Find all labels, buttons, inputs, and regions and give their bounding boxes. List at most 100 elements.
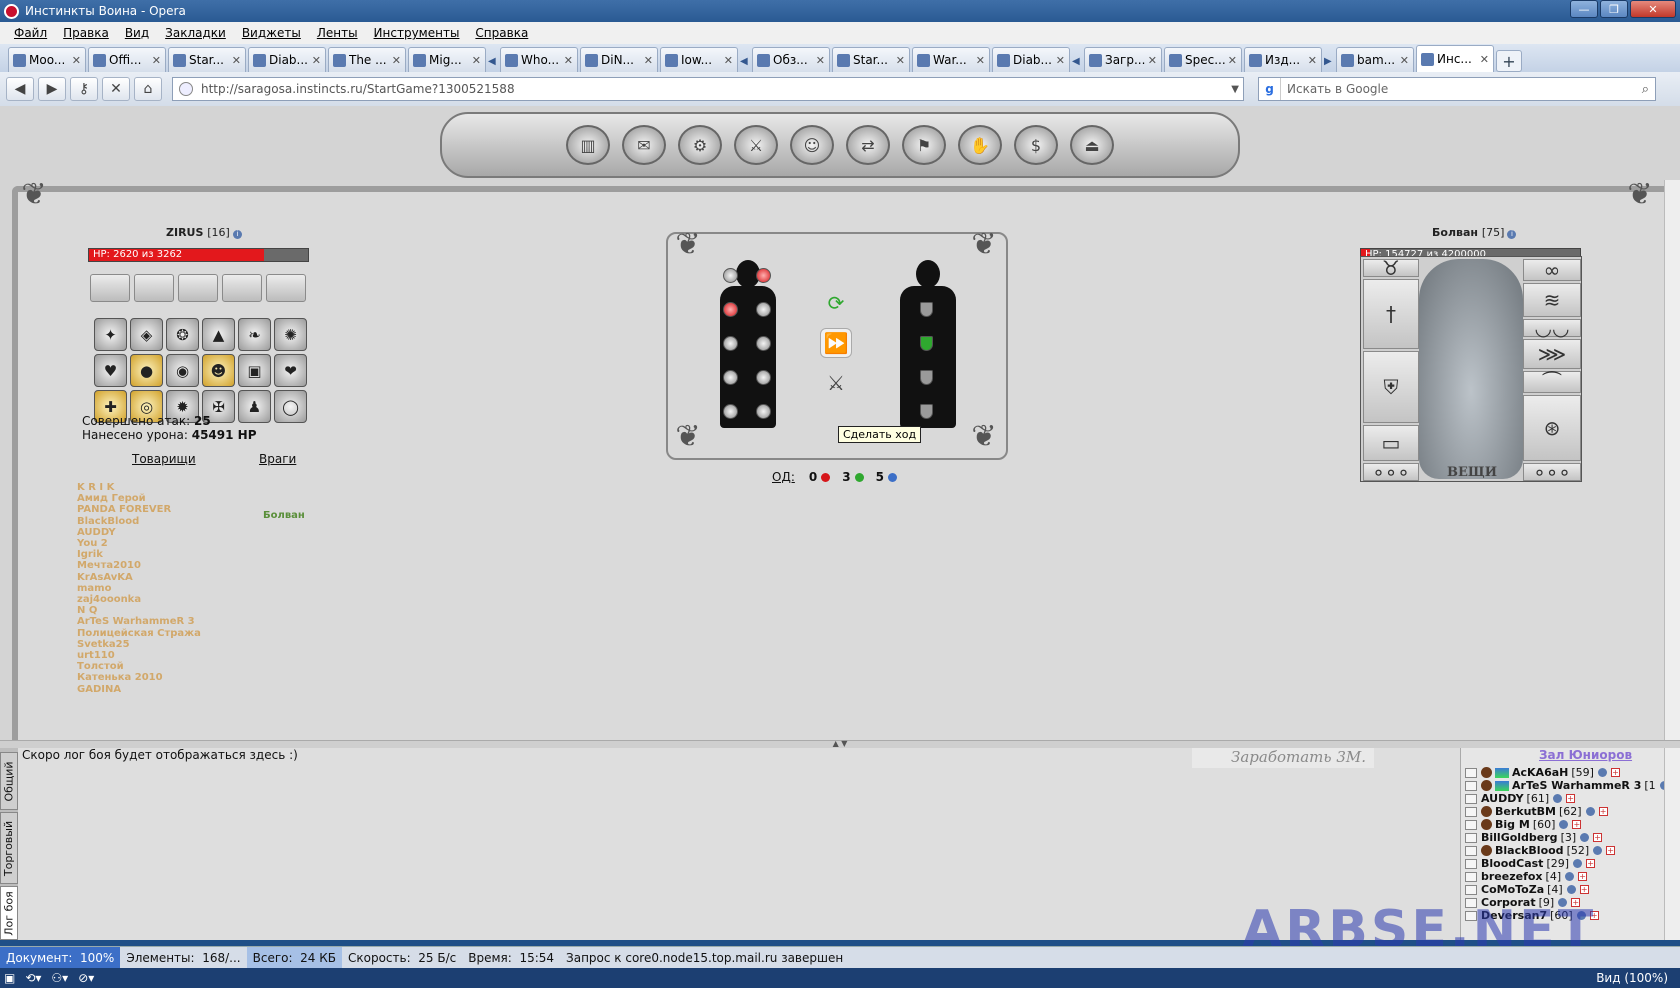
expand-toggle-icon[interactable] [1465, 780, 1477, 791]
room-user[interactable]: AUDDY [61] + [1465, 792, 1576, 805]
skill-green-gem-icon[interactable]: ● [130, 354, 163, 387]
earn-button[interactable]: Заработать 3M. [1192, 748, 1374, 768]
expand-toggle-icon[interactable] [1465, 832, 1477, 843]
menu-sword-icon[interactable]: ⚔ [734, 125, 778, 165]
close-tab-icon[interactable]: ✕ [232, 54, 241, 67]
enemy-name[interactable]: Болван [75] i [1432, 226, 1517, 239]
new-tab-button[interactable]: + [1496, 50, 1522, 72]
tab-group-arrow-icon[interactable]: ◀ [488, 50, 498, 72]
close-tab-icon[interactable]: ✕ [1480, 53, 1489, 66]
skill-helmet-icon[interactable]: ▲ [202, 318, 235, 351]
ally-list-item[interactable]: Катенька 2010 [77, 672, 163, 683]
menu-chart-icon[interactable]: ▥ [566, 125, 610, 165]
boots-slot-icon[interactable]: ⏜ [1523, 370, 1581, 394]
browser-tab[interactable]: Iow... ✕ [660, 47, 738, 72]
add-icon[interactable]: + [1578, 872, 1588, 881]
add-icon[interactable]: + [1606, 846, 1616, 855]
google-icon[interactable]: g [1259, 78, 1281, 100]
browser-tab[interactable]: Offi... ✕ [88, 47, 166, 72]
ally-list-item[interactable]: N Q [77, 605, 97, 616]
attack-point-legs[interactable] [756, 404, 771, 419]
room-user[interactable]: breezefox [4] + [1465, 870, 1588, 883]
buff-slot[interactable] [266, 274, 306, 302]
room-user[interactable]: CoMoToZa [4] + [1465, 883, 1589, 896]
amulet-slot-icon[interactable]: ♉ [1363, 256, 1419, 280]
minimize-button[interactable]: — [1570, 0, 1598, 18]
ally-list-item[interactable]: urt110 [77, 650, 115, 661]
player-name[interactable]: ZIRUS [16] i [166, 226, 242, 239]
info-icon[interactable] [1573, 859, 1583, 868]
home-button[interactable]: ⌂ [134, 77, 162, 101]
expand-toggle-icon[interactable] [1465, 806, 1477, 817]
browser-tab[interactable]: Обз... ✕ [752, 47, 830, 72]
close-tab-icon[interactable]: ✕ [72, 54, 81, 67]
skill-figure-icon[interactable]: ♟ [238, 390, 271, 423]
close-tab-icon[interactable]: ✕ [152, 54, 161, 67]
user-list-scrollbar[interactable] [1664, 748, 1680, 940]
room-user[interactable]: BlackBlood [52] + [1465, 844, 1616, 857]
attack-point-head[interactable] [723, 268, 738, 283]
close-tab-icon[interactable]: ✕ [896, 54, 905, 67]
od-label[interactable]: ОД: [772, 470, 795, 484]
maximize-button[interactable]: ❐ [1600, 0, 1628, 18]
expand-toggle-icon[interactable] [1465, 793, 1477, 804]
close-tab-icon[interactable]: ✕ [312, 54, 321, 67]
menu-feeds[interactable]: Ленты [309, 26, 366, 40]
menu-file[interactable]: Файл [6, 26, 55, 40]
skill-feather-icon[interactable]: ❧ [238, 318, 271, 351]
skill-ring-icon[interactable]: ◯ [274, 390, 307, 423]
browser-tab[interactable]: Изд... ✕ [1244, 47, 1322, 72]
ring-slots-icon[interactable]: ∘∘∘ [1363, 460, 1419, 484]
menu-tools[interactable]: Инструменты [366, 26, 468, 40]
menu-edit[interactable]: Правка [55, 26, 117, 40]
add-icon[interactable]: + [1610, 768, 1620, 777]
earrings-slot-icon[interactable]: ◡◡ [1523, 316, 1581, 340]
info-icon[interactable] [1566, 885, 1576, 894]
buff-slot[interactable] [134, 274, 174, 302]
close-tab-icon[interactable]: ✕ [1228, 54, 1237, 67]
tab-general[interactable]: Общий [0, 752, 18, 810]
attack-point-chest-selected[interactable] [723, 302, 738, 317]
browser-tab[interactable]: Who... ✕ [500, 47, 578, 72]
zoom-control[interactable]: Вид (100%) [1596, 971, 1668, 985]
info-icon[interactable] [1565, 872, 1575, 881]
attack-point-belly[interactable] [723, 336, 738, 351]
belt-slot-icon[interactable]: ▭ [1363, 425, 1419, 461]
block-shield-selected-icon[interactable] [920, 336, 933, 351]
ring-slots-icon[interactable]: ∘∘∘ [1523, 460, 1581, 484]
forward-button[interactable]: ▶ [38, 77, 66, 101]
menu-exit-icon[interactable]: ⏏ [1070, 125, 1114, 165]
browser-tab[interactable]: Загр... ✕ [1084, 47, 1162, 72]
close-tab-icon[interactable]: ✕ [644, 54, 653, 67]
add-icon[interactable]: + [1566, 794, 1576, 803]
fast-forward-icon[interactable]: ⏩ [820, 328, 852, 358]
buff-slot[interactable] [90, 274, 130, 302]
tab-group-arrow-icon[interactable]: ◀ [1072, 50, 1082, 72]
close-tab-icon[interactable]: ✕ [1308, 54, 1317, 67]
close-tab-icon[interactable]: ✕ [1148, 54, 1157, 67]
menu-arrows-icon[interactable]: ⇄ [846, 125, 890, 165]
turbo-icon[interactable]: ⊘▾ [78, 971, 94, 985]
menu-help[interactable]: Справка [467, 26, 536, 40]
info-icon[interactable] [1593, 846, 1603, 855]
skill-scroll-icon[interactable]: ▣ [238, 354, 271, 387]
comrades-link[interactable]: Товарищи [132, 452, 196, 466]
ally-list-item[interactable]: zaj4ooonka [77, 594, 141, 605]
armor-slot-icon[interactable]: ⛨ [1363, 351, 1419, 423]
skill-heart-icon[interactable]: ♥ [94, 354, 127, 387]
search-field[interactable]: g Искать в Google ⌕ [1258, 77, 1656, 101]
add-icon[interactable]: + [1586, 859, 1596, 868]
unite-icon[interactable]: ⚇▾ [51, 971, 68, 985]
ally-list-item[interactable]: AUDDY [77, 527, 116, 538]
ally-list-item[interactable]: Амид Герой [77, 493, 146, 504]
room-user[interactable]: BillGoldberg [3] + [1465, 831, 1603, 844]
skill-wolf-icon[interactable]: ✦ [94, 318, 127, 351]
address-field[interactable]: http://saragosa.instincts.ru/StartGame?1… [172, 77, 1244, 101]
browser-tab[interactable]: The ... ✕ [328, 47, 406, 72]
close-tab-icon[interactable]: ✕ [392, 54, 401, 67]
room-user[interactable]: BloodCast [29] + [1465, 857, 1596, 870]
ally-list-item[interactable]: Igrik [77, 549, 103, 560]
info-icon[interactable]: i [1507, 230, 1517, 239]
menu-handshake-icon[interactable]: ✋ [958, 125, 1002, 165]
skill-hearts-icon[interactable]: ❤ [274, 354, 307, 387]
